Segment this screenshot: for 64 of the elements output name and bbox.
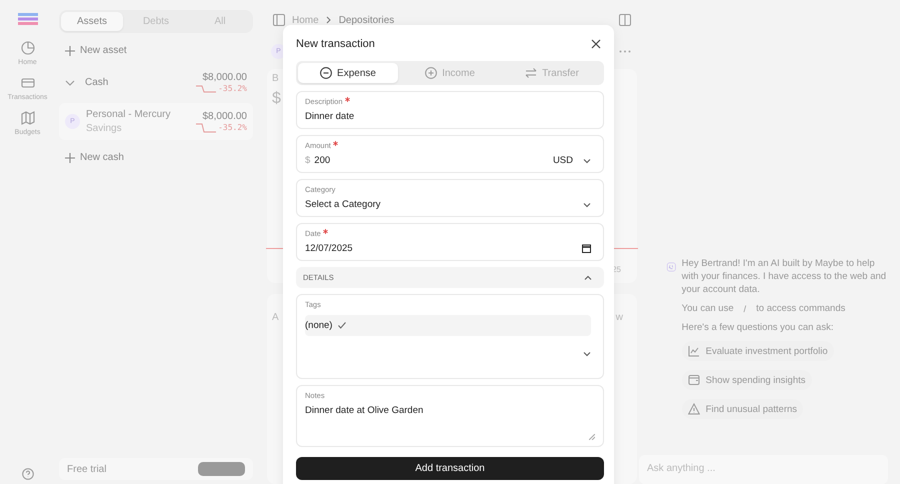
more-icon[interactable] <box>619 50 631 53</box>
tag-option[interactable]: (none) <box>305 315 591 336</box>
close-icon[interactable] <box>591 39 601 49</box>
group-name[interactable]: Cash <box>85 77 108 88</box>
amount-value: 200 <box>314 155 330 166</box>
balance-label: B <box>272 73 279 84</box>
swap-arrows-icon <box>525 67 538 79</box>
tag-option-label: (none) <box>305 320 332 331</box>
help-icon[interactable] <box>22 468 34 480</box>
account-subtype: Savings <box>86 123 123 134</box>
map-icon[interactable] <box>20 111 34 125</box>
dialog-title: New transaction <box>296 38 375 50</box>
new-cash-link[interactable]: New cash <box>80 152 124 163</box>
currency-code[interactable]: USD <box>552 155 573 166</box>
warning-icon <box>688 403 700 415</box>
date-value: 12/07/2025 <box>305 243 353 254</box>
transaction-type-tab[interactable]: Expense <box>298 63 398 83</box>
resize-handle-icon[interactable] <box>589 434 595 440</box>
group-balance: $8,000.00 <box>202 72 247 83</box>
plus-circle-icon <box>425 67 438 79</box>
chart-icon <box>688 345 700 357</box>
trend-sparkline <box>196 84 216 92</box>
breadcrumb[interactable]: Home <box>292 14 319 26</box>
upgrade-button[interactable] <box>198 462 245 476</box>
command-hint: You can use <box>682 303 734 314</box>
new-asset-link[interactable]: New asset <box>80 45 127 56</box>
account-balance: $8,000.00 <box>202 110 247 122</box>
notes-value: Dinner date at Olive Garden <box>305 405 424 416</box>
select-value: Select a Category <box>305 199 381 210</box>
group-change: -35.2% <box>218 84 247 93</box>
activity-link[interactable]: w <box>616 312 623 323</box>
chevron-down-icon <box>583 350 591 358</box>
breadcrumb[interactable]: Depositories <box>338 14 394 26</box>
sidebar-toggle-icon[interactable] <box>273 14 285 26</box>
trial-title: Free trial <box>67 464 106 474</box>
chevron-icon[interactable] <box>65 78 75 88</box>
panel-toggle-icon[interactable] <box>619 14 631 26</box>
chevron-down-icon <box>583 156 591 164</box>
currency-symbol: $ <box>305 155 310 166</box>
chat-input[interactable]: Ask anything ... <box>639 455 888 484</box>
wallet-icon <box>688 374 700 386</box>
command-hint: to access commands <box>756 303 846 314</box>
account-type-tab[interactable]: Assets <box>61 12 123 31</box>
account-change: -35.2% <box>218 123 247 132</box>
trend-sparkline <box>196 122 216 132</box>
minus-circle-icon <box>320 67 332 79</box>
slash-key: / <box>740 304 750 314</box>
description-value: Dinner date <box>305 111 354 122</box>
balance-value: $ <box>272 90 281 108</box>
activity-title: A <box>272 312 279 323</box>
transaction-type-tab[interactable]: Transfer <box>502 63 602 83</box>
pie-chart-icon[interactable] <box>20 41 34 55</box>
account-name: Personal - Mercury <box>86 109 170 120</box>
calendar-icon[interactable] <box>582 244 591 253</box>
plus-icon[interactable] <box>65 46 75 56</box>
questions-prompt: Here's a few questions you can ask: <box>682 321 834 334</box>
credit-card-icon[interactable] <box>20 76 34 90</box>
transaction-type-tab[interactable]: Income <box>400 63 500 83</box>
chevron-down-icon <box>583 200 591 208</box>
plus-icon[interactable] <box>65 152 75 162</box>
logo-icon <box>18 13 38 25</box>
add-transaction-button[interactable]: Add transaction <box>296 457 604 480</box>
chevron-right-icon <box>326 16 332 24</box>
assistant-message: Hey Bertrand! I'm an AI built by Maybe to help with your finances. I have access to the web and your account data. <box>682 257 888 296</box>
